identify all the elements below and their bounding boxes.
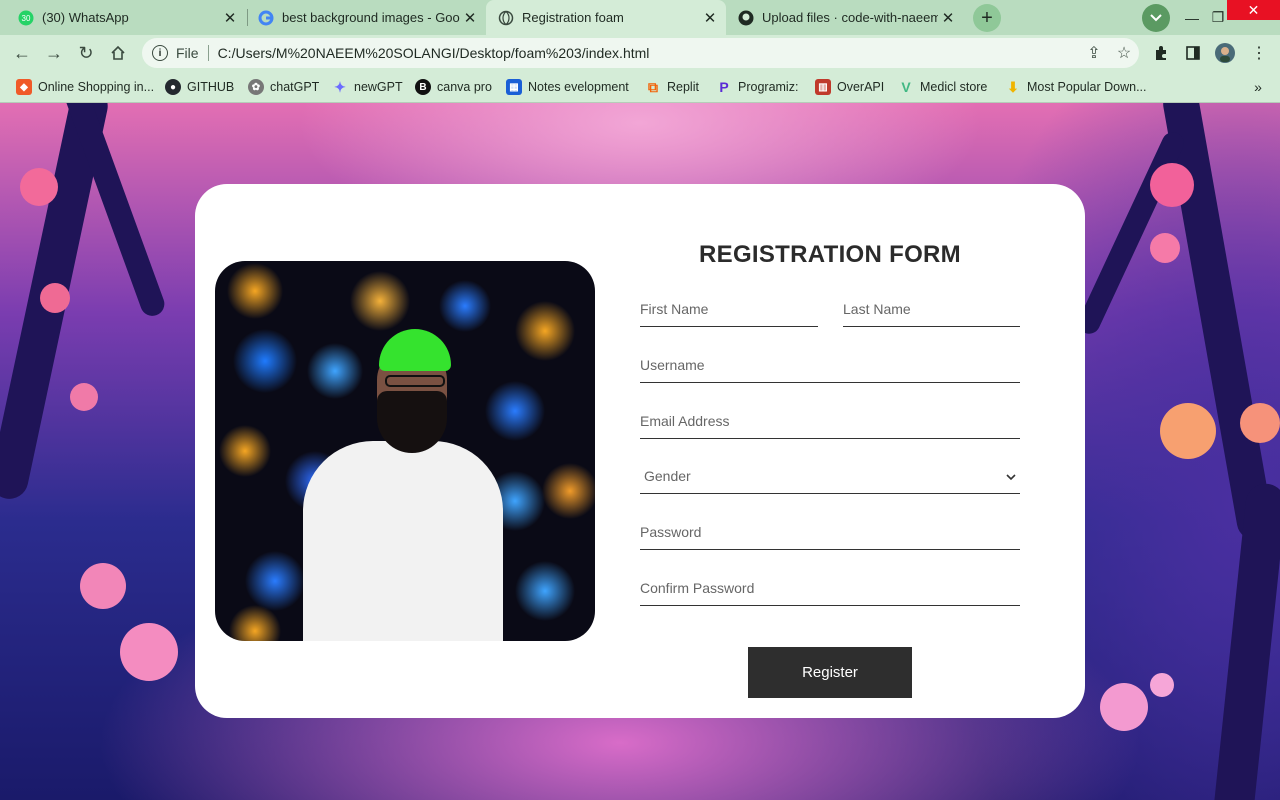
last-name-input[interactable]: Last Name: [843, 291, 1020, 327]
sparkle-icon: ✦: [334, 78, 346, 95]
bookmark-label: newGPT: [354, 80, 403, 94]
vue-icon: V: [901, 79, 911, 95]
tab-registration[interactable]: Registration foam ✕: [486, 0, 726, 35]
bookmark-label: Most Popular Down...: [1027, 80, 1147, 94]
extensions-icon[interactable]: [1147, 39, 1175, 67]
bookmark-github[interactable]: ● GITHUB: [165, 75, 234, 99]
green-cap: [379, 329, 451, 371]
gender-selected-value: Gender: [644, 467, 691, 484]
more-bookmarks-icon[interactable]: »: [1248, 75, 1268, 99]
reload-button[interactable]: ↻: [72, 39, 100, 67]
username-input[interactable]: Username: [640, 347, 1020, 383]
tab-google[interactable]: best background images - Googl ✕: [240, 0, 486, 35]
close-tab-icon[interactable]: ✕: [938, 8, 958, 28]
tab-github-upload[interactable]: Upload files · code-with-naeem-s ✕: [728, 0, 964, 35]
gender-select[interactable]: Gender: [640, 458, 1020, 494]
bookmark-label: GITHUB: [187, 80, 235, 94]
svg-text:30: 30: [22, 14, 31, 23]
close-tab-icon[interactable]: ✕: [700, 8, 720, 28]
bookmark-star-icon[interactable]: ☆: [1109, 38, 1139, 68]
forward-button[interactable]: →: [40, 39, 68, 67]
github-icon: [738, 10, 754, 26]
username-placeholder: Username: [640, 356, 705, 373]
bookmark-notes[interactable]: ▦ Notes evelopment: [506, 75, 629, 99]
url-divider: [207, 45, 209, 61]
browser-toolbar: ← → ↻ i File C:/Users/M%20NAEEM%20SOLANG…: [0, 35, 1280, 71]
home-button[interactable]: [104, 39, 132, 67]
form-title: REGISTRATION FORM: [699, 241, 961, 268]
bookmark-newgpt[interactable]: ✦ newGPT: [332, 75, 403, 99]
glasses: [385, 375, 445, 387]
tab-title: (30) WhatsApp: [42, 10, 129, 25]
tab-search-button[interactable]: [1142, 4, 1170, 32]
google-icon: [258, 10, 274, 26]
address-bar[interactable]: i File C:/Users/M%20NAEEM%20SOLANGI/Desk…: [142, 38, 1139, 68]
bookmark-programiz[interactable]: P Programiz:: [716, 75, 798, 99]
tab-title: Registration foam: [522, 10, 624, 25]
bookmark-label: chatGPT: [270, 80, 320, 94]
chevron-down-icon: [1150, 14, 1162, 22]
new-tab-button[interactable]: +: [973, 4, 1001, 32]
download-icon: ⬇: [1007, 78, 1019, 95]
bookmarks-bar: ◆ Online Shopping in... ● GITHUB ✿ chatG…: [0, 71, 1280, 103]
confirm-password-placeholder: Confirm Password: [640, 579, 755, 596]
avatar[interactable]: [1211, 39, 1239, 67]
shopping-icon: ◆: [16, 79, 32, 95]
register-button[interactable]: Register: [748, 647, 912, 698]
home-icon: [111, 45, 125, 60]
registration-card: REGISTRATION FORM First Name Last Name U…: [195, 184, 1085, 718]
overapi-icon: ▥: [815, 79, 831, 95]
tab-strip: 30 (30) WhatsApp ✕ best background image…: [0, 0, 1280, 35]
bookmark-label: Replit: [667, 80, 699, 94]
replit-icon: ⧉: [648, 78, 658, 95]
close-tab-icon[interactable]: ✕: [460, 8, 480, 28]
email-placeholder: Email Address: [640, 412, 730, 429]
bookmark-chatgpt[interactable]: ✿ chatGPT: [248, 75, 319, 99]
profile-photo: [215, 261, 595, 641]
first-name-input[interactable]: First Name: [640, 291, 818, 327]
github-icon: ●: [165, 79, 181, 95]
page-viewport: REGISTRATION FORM First Name Last Name U…: [0, 103, 1280, 800]
programiz-icon: P: [719, 79, 729, 95]
tab-title: Upload files · code-with-naeem-s: [762, 10, 938, 25]
bookmark-label: Medicl store: [920, 80, 988, 94]
window-close-button[interactable]: ✕: [1227, 0, 1280, 20]
whatsapp-icon: 30: [18, 10, 34, 26]
chevron-down-icon: [1006, 468, 1016, 484]
bookmark-overapi[interactable]: ▥ OverAPI: [815, 75, 884, 99]
bookmark-medicl-store[interactable]: V Medicl store: [898, 75, 987, 99]
side-panel-icon[interactable]: [1179, 39, 1207, 67]
chatgpt-icon: ✿: [248, 79, 264, 95]
bookmark-canva-pro[interactable]: B canva pro: [415, 75, 492, 99]
bookmark-online-shopping[interactable]: ◆ Online Shopping in...: [16, 75, 154, 99]
confirm-password-input[interactable]: Confirm Password: [640, 570, 1020, 606]
url-scheme: File: [176, 45, 199, 61]
bookmark-label: canva pro: [437, 80, 492, 94]
password-placeholder: Password: [640, 523, 702, 540]
bookmark-label: Programiz:: [738, 80, 799, 94]
share-icon[interactable]: ⇪: [1079, 38, 1109, 68]
password-input[interactable]: Password: [640, 514, 1020, 550]
bookmark-most-popular[interactable]: ⬇ Most Popular Down...: [1005, 75, 1147, 99]
bookmark-replit[interactable]: ⧉ Replit: [645, 75, 699, 99]
bolt-icon: B: [415, 79, 431, 95]
notes-icon: ▦: [506, 79, 522, 95]
url-text[interactable]: C:/Users/M%20NAEEM%20SOLANGI/Desktop/foa…: [218, 45, 1079, 61]
person-body: [303, 441, 503, 641]
bookmark-label: Notes evelopment: [528, 80, 629, 94]
menu-icon[interactable]: ⋮: [1245, 39, 1273, 67]
bookmark-label: OverAPI: [837, 80, 885, 94]
email-input[interactable]: Email Address: [640, 403, 1020, 439]
info-icon[interactable]: i: [152, 45, 168, 61]
tab-whatsapp[interactable]: 30 (30) WhatsApp ✕: [0, 0, 246, 35]
globe-icon: [498, 10, 514, 26]
last-name-placeholder: Last Name: [843, 300, 911, 317]
first-name-placeholder: First Name: [640, 300, 709, 317]
back-button[interactable]: ←: [8, 39, 36, 67]
close-tab-icon[interactable]: ✕: [220, 8, 240, 28]
bookmark-label: Online Shopping in...: [38, 80, 155, 94]
tab-title: best background images - Googl: [282, 10, 460, 25]
